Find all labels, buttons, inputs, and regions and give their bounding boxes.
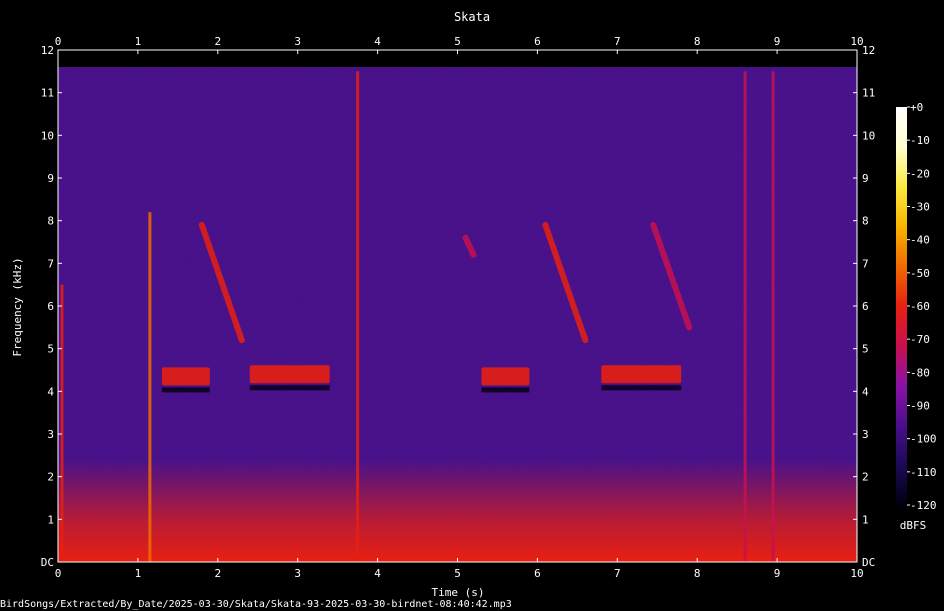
y-axis-label: Frequency (kHz) [11, 257, 24, 356]
x-tick-label-top: 0 [55, 35, 62, 48]
y-tick-label-left: 2 [47, 471, 54, 484]
x-tick-label-bottom: 1 [135, 567, 142, 580]
x-tick-label-bottom: 4 [374, 567, 381, 580]
plot-area [57, 49, 858, 563]
low-frequency-floor [58, 459, 857, 562]
y-tick-label-left: 11 [41, 87, 54, 100]
y-tick-label-right: 5 [862, 343, 869, 356]
band-shadow-mark [481, 387, 530, 393]
transient-mark [60, 284, 64, 562]
colorbar-tick-label: -100 [910, 433, 937, 446]
x-tick-label-bottom: 7 [614, 567, 621, 580]
transient-mark [743, 71, 747, 562]
colorbar-tick-label: -10 [910, 134, 930, 147]
harmonic-band-mark [481, 367, 530, 386]
colorbar-label: dBFS [900, 519, 927, 532]
y-tick-label-left: 3 [47, 428, 54, 441]
y-tick-label-right: 6 [862, 300, 869, 313]
y-tick-label-right: 7 [862, 257, 869, 270]
colorbar: +0 -10 -20 -30 -40 -50 -60 -70 -80 -90 -100 -110 -12… [896, 101, 937, 512]
y-tick-label-right: 3 [862, 428, 869, 441]
band-shadow-mark [161, 387, 210, 393]
y-tick-label-left: 4 [47, 385, 54, 398]
harmonic-band-mark [161, 367, 210, 386]
colorbar-tick-label: +0 [910, 101, 923, 114]
colorbar-tick-label: -50 [910, 267, 930, 280]
colorbar-tick-label: -20 [910, 167, 930, 180]
file-path-caption: BirdSongs/Extracted/By_Date/2025-03-30/S… [0, 599, 512, 610]
spectrogram-chart: Skata 001122334455667788991010DC DC1 12 23 3… [11, 10, 937, 599]
x-tick-label-top: 7 [614, 35, 621, 48]
y-tick-label-right: 8 [862, 215, 869, 228]
x-axis-label: Time (s) [432, 586, 485, 599]
colorbar-tick-label: -90 [910, 400, 930, 413]
x-tick-label-bottom: 8 [694, 567, 701, 580]
harmonic-band-mark [601, 365, 682, 384]
x-tick-label-bottom: 9 [774, 567, 781, 580]
y-tick-label-right: 4 [862, 385, 869, 398]
y-tick-label-right: 11 [862, 87, 875, 100]
colorbar-tick-label: -40 [910, 234, 930, 247]
y-tick-label-right: DC [862, 556, 875, 569]
x-tick-label-top: 3 [294, 35, 301, 48]
y-tick-label-right: 10 [862, 129, 875, 142]
y-tick-label-right: 9 [862, 172, 869, 185]
transient-mark [356, 71, 360, 562]
y-tick-label-right: 12 [862, 44, 875, 57]
x-tick-label-top: 6 [534, 35, 541, 48]
x-tick-label-top: 4 [374, 35, 381, 48]
y-tick-label-left: 1 [47, 513, 54, 526]
colorbar-gradient [896, 107, 907, 505]
chart-title: Skata [454, 10, 490, 24]
x-tick-label-top: 2 [214, 35, 221, 48]
x-tick-label-bottom: 0 [55, 567, 62, 580]
y-tick-label-left: 8 [47, 215, 54, 228]
x-tick-label-top: 5 [454, 35, 461, 48]
transient-mark [771, 71, 775, 562]
band-shadow-mark [601, 385, 682, 391]
colorbar-tick-label: -30 [910, 201, 930, 214]
y-tick-label-left: 5 [47, 343, 54, 356]
y-tick-label-left: 12 [41, 44, 54, 57]
y-tick-label-left: DC [41, 556, 54, 569]
y-tick-label-left: 7 [47, 257, 54, 270]
x-tick-label-top: 8 [694, 35, 701, 48]
x-tick-label-bottom: 5 [454, 567, 461, 580]
colorbar-tick-label: -80 [910, 366, 930, 379]
transient-mark [148, 212, 152, 562]
band-shadow-mark [249, 385, 330, 391]
spectrogram-layers [58, 67, 857, 562]
colorbar-tick-label: -120 [910, 499, 937, 512]
x-tick-label-bottom: 3 [294, 567, 301, 580]
x-tick-label-bottom: 2 [214, 567, 221, 580]
harmonic-band-mark [249, 365, 330, 384]
x-tick-label-top: 9 [774, 35, 781, 48]
colorbar-tick-label: -70 [910, 333, 930, 346]
y-tick-label-left: 9 [47, 172, 54, 185]
y-tick-label-left: 6 [47, 300, 54, 313]
y-tick-label-right: 1 [862, 513, 869, 526]
x-tick-label-bottom: 6 [534, 567, 541, 580]
spectrogram-figure: Skata 0 0 1 1 2 2 3 3 4 4 5 5 6 6 7 7 8 8 9 9 10 10 DC DC 1 1 2 2 3 3… [0, 0, 944, 611]
colorbar-tick-label: -110 [910, 466, 937, 479]
y-tick-label-right: 2 [862, 471, 869, 484]
y-tick-label-left: 10 [41, 129, 54, 142]
colorbar-tick-label: -60 [910, 300, 930, 313]
x-tick-label-top: 1 [135, 35, 142, 48]
